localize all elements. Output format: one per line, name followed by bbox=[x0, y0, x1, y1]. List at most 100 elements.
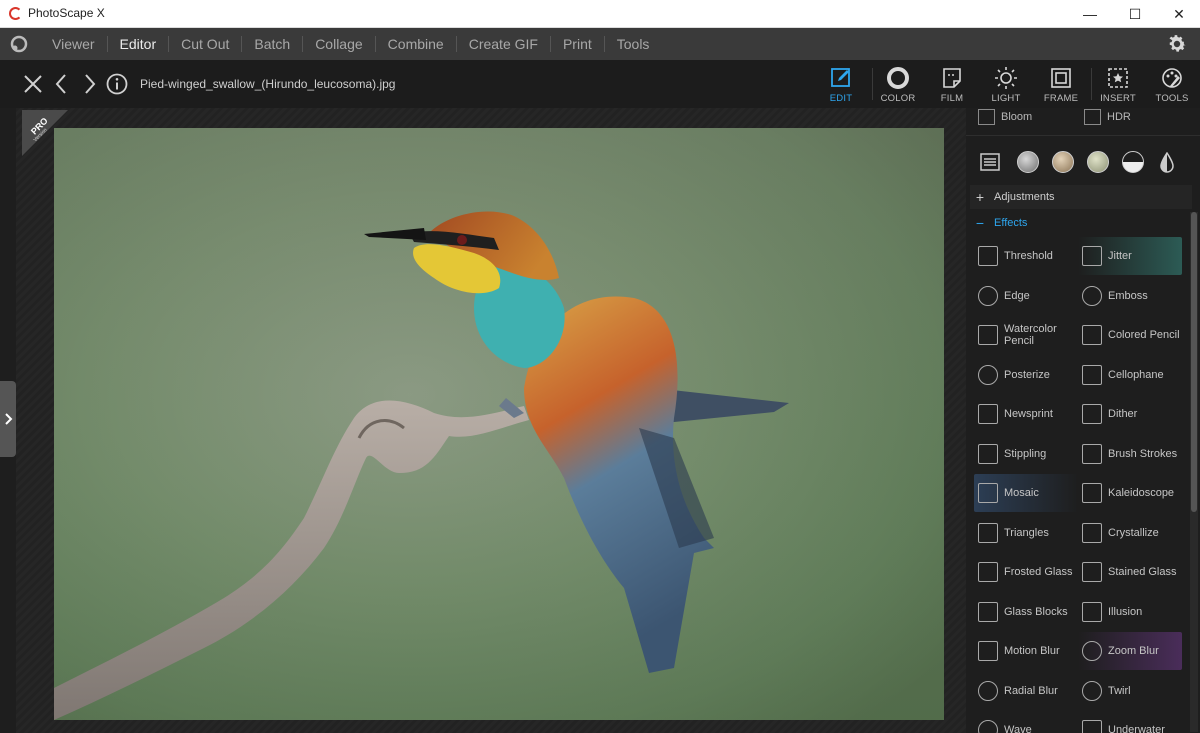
effect-label: Stippling bbox=[1004, 447, 1047, 460]
menu-collage[interactable]: Collage bbox=[302, 36, 374, 52]
tab-tools[interactable]: TOOLS bbox=[1144, 64, 1200, 106]
effect-newsprint[interactable]: Newsprint bbox=[974, 395, 1078, 433]
photo-bee-eater[interactable] bbox=[54, 128, 944, 720]
effect-triangles[interactable]: Triangles bbox=[974, 514, 1078, 552]
effect-glass-blocks[interactable]: Glass Blocks bbox=[974, 593, 1078, 631]
hdr-item[interactable]: HDR bbox=[1084, 108, 1131, 126]
chevron-right-icon[interactable] bbox=[77, 72, 101, 96]
glass-blocks-icon bbox=[978, 601, 998, 622]
close-icon[interactable] bbox=[21, 72, 45, 96]
mosaic-icon bbox=[978, 483, 998, 503]
frame-icon bbox=[1051, 68, 1071, 88]
emboss-icon bbox=[1082, 285, 1102, 306]
effect-mosaic[interactable]: Mosaic bbox=[974, 474, 1078, 512]
effect-underwater[interactable]: Underwater bbox=[1078, 711, 1182, 733]
close-window-button[interactable]: ✕ bbox=[1156, 0, 1200, 28]
effect-zoom-blur[interactable]: Zoom Blur bbox=[1078, 632, 1182, 670]
menu-combine[interactable]: Combine bbox=[374, 36, 456, 52]
effect-label: Glass Blocks bbox=[1004, 605, 1068, 618]
tab-frame[interactable]: FRAME bbox=[1033, 64, 1089, 106]
tab-insert[interactable]: INSERT bbox=[1090, 64, 1146, 106]
effect-stippling[interactable]: Stippling bbox=[974, 435, 1078, 473]
menu-print[interactable]: Print bbox=[549, 36, 604, 52]
gear-icon[interactable] bbox=[1166, 33, 1188, 55]
left-panel-toggle[interactable] bbox=[0, 381, 16, 457]
effect-crystallize[interactable]: Crystallize bbox=[1078, 514, 1182, 552]
scrollbar-thumb[interactable] bbox=[1191, 212, 1197, 512]
hdr-icon bbox=[1084, 109, 1101, 125]
colored-pencil-icon bbox=[1082, 325, 1102, 345]
effect-watercolor-pencil[interactable]: Watercolor Pencil bbox=[974, 316, 1078, 354]
effect-wave[interactable]: Wave bbox=[974, 711, 1078, 733]
effect-cellophane[interactable]: Cellophane bbox=[1078, 356, 1182, 394]
panel-scrollbar[interactable] bbox=[1190, 212, 1198, 732]
effect-twirl[interactable]: Twirl bbox=[1078, 672, 1182, 710]
effect-colored-pencil[interactable]: Colored Pencil bbox=[1078, 316, 1182, 354]
effect-label: Crystallize bbox=[1108, 526, 1159, 539]
maximize-button[interactable]: ☐ bbox=[1112, 0, 1158, 28]
photoscape-logo-icon[interactable] bbox=[9, 34, 29, 54]
bloom-item[interactable]: Bloom bbox=[978, 108, 1032, 126]
effect-dither[interactable]: Dither bbox=[1078, 395, 1182, 433]
tab-color[interactable]: COLOR bbox=[870, 64, 926, 106]
drop-icon[interactable] bbox=[1159, 152, 1175, 174]
radial-blur-icon bbox=[978, 680, 998, 701]
menu-viewer[interactable]: Viewer bbox=[40, 36, 107, 52]
effect-emboss[interactable]: Emboss bbox=[1078, 277, 1182, 315]
effect-illusion[interactable]: Illusion bbox=[1078, 593, 1182, 631]
effect-label: Wave bbox=[1004, 724, 1032, 733]
effect-posterize[interactable]: Posterize bbox=[974, 356, 1078, 394]
effect-label: Emboss bbox=[1108, 289, 1148, 302]
effect-jitter[interactable]: Jitter bbox=[1078, 237, 1182, 275]
effect-brush-strokes[interactable]: Brush Strokes bbox=[1078, 435, 1182, 473]
effect-label: Radial Blur bbox=[1004, 684, 1058, 697]
edit-icon bbox=[831, 68, 850, 87]
menu-tools[interactable]: Tools bbox=[603, 36, 662, 52]
minimize-button[interactable]: — bbox=[1067, 0, 1113, 28]
menu-create-gif[interactable]: Create GIF bbox=[455, 36, 550, 52]
effect-threshold[interactable]: Threshold bbox=[974, 237, 1078, 275]
effect-frosted-glass[interactable]: Frosted Glass bbox=[974, 553, 1078, 591]
info-icon[interactable] bbox=[105, 72, 129, 96]
menu-cut-out[interactable]: Cut Out bbox=[168, 36, 241, 52]
app-logo-icon bbox=[9, 7, 22, 20]
tab-film[interactable]: FILM bbox=[924, 64, 980, 106]
tab-light[interactable]: LIGHT bbox=[978, 64, 1034, 106]
sepia-preset-icon[interactable] bbox=[1052, 151, 1074, 173]
menu-editor[interactable]: Editor bbox=[106, 36, 169, 52]
image-canvas: PRO Version bbox=[16, 108, 966, 733]
main-menu: Viewer Editor Cut Out Batch Collage Combine Cr… bbox=[40, 28, 661, 60]
menu-batch[interactable]: Batch bbox=[241, 36, 302, 52]
effect-kaleidoscope[interactable]: Kaleidoscope bbox=[1078, 474, 1182, 512]
effect-label: Jitter bbox=[1108, 250, 1132, 262]
menu-icon[interactable] bbox=[980, 152, 1000, 172]
tab-edit[interactable]: EDIT bbox=[813, 64, 869, 106]
chevron-left-icon[interactable] bbox=[50, 72, 74, 96]
effect-motion-blur[interactable]: Motion Blur bbox=[974, 632, 1078, 670]
section-effects[interactable]: − Effects bbox=[970, 211, 1192, 235]
zoom-blur-icon bbox=[1082, 641, 1102, 661]
plus-icon: + bbox=[975, 189, 985, 205]
effect-stained-glass[interactable]: Stained Glass bbox=[1078, 553, 1182, 591]
effect-edge[interactable]: Edge bbox=[974, 277, 1078, 315]
kaleidoscope-icon bbox=[1082, 483, 1102, 503]
effect-label: Kaleidoscope bbox=[1108, 487, 1175, 499]
threshold-icon bbox=[978, 246, 998, 266]
section-adjustments[interactable]: + Adjustments bbox=[970, 185, 1192, 209]
twirl-icon bbox=[1082, 680, 1102, 701]
effect-label: Frosted Glass bbox=[1004, 566, 1073, 578]
cellophane-icon bbox=[1082, 364, 1102, 385]
effect-label: Watercolor Pencil bbox=[1004, 323, 1057, 347]
wave-icon bbox=[978, 720, 998, 733]
dither-icon bbox=[1082, 404, 1102, 424]
effects-panel: Bloom HDR + Adjustments − Effects Thresh… bbox=[966, 108, 1200, 733]
brush-strokes-icon bbox=[1082, 443, 1102, 464]
effect-radial-blur[interactable]: Radial Blur bbox=[974, 672, 1078, 710]
panel-top-row: Bloom HDR bbox=[966, 108, 1200, 136]
effect-label: Dither bbox=[1108, 408, 1138, 420]
effect-label: Triangles bbox=[1004, 526, 1049, 539]
tint-preset-icon[interactable] bbox=[1087, 151, 1109, 173]
gray-preset-icon[interactable] bbox=[1017, 151, 1039, 173]
stippling-icon bbox=[978, 443, 998, 464]
half-tone-preset-icon[interactable] bbox=[1122, 151, 1144, 173]
